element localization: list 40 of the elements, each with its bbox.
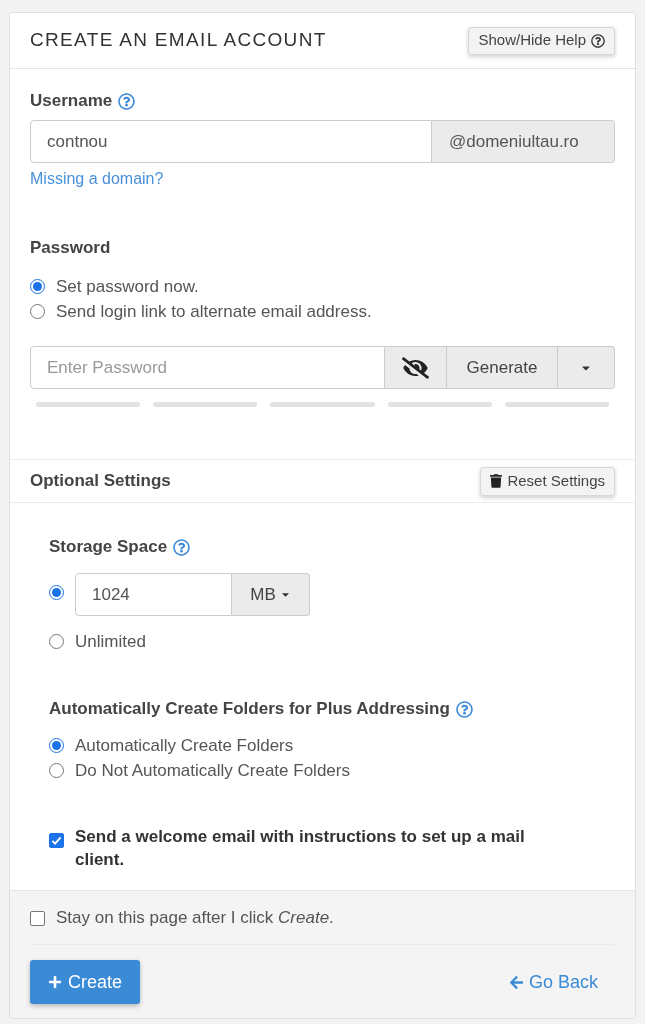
radio-label[interactable]: Set password now. xyxy=(56,273,199,300)
section-title: Optional Settings xyxy=(30,470,171,493)
checkmark-icon xyxy=(51,835,62,846)
radio-button[interactable] xyxy=(49,585,64,600)
plus-addressing-label: Automatically Create Folders for Plus Addressing xyxy=(49,698,450,721)
checkbox[interactable] xyxy=(49,833,64,848)
help-icon[interactable] xyxy=(118,92,136,110)
help-icon xyxy=(591,33,605,48)
password-input[interactable]: Enter Password xyxy=(30,346,385,389)
reset-settings-button[interactable]: Reset Settings xyxy=(480,466,615,496)
storage-label: Storage Space xyxy=(49,536,168,559)
help-icon[interactable] xyxy=(173,538,191,556)
unit-dropdown[interactable]: MB xyxy=(232,573,310,616)
visibility-toggle-button[interactable] xyxy=(385,346,447,389)
arrow-left-icon xyxy=(508,974,524,990)
radio-label[interactable]: Send login link to alternate email address. xyxy=(56,298,372,325)
storage-input[interactable]: 1024 xyxy=(75,573,232,616)
eye-slash-icon xyxy=(402,356,429,379)
panel-title: CREATE AN EMAIL ACCOUNT xyxy=(30,28,327,53)
radio-button[interactable] xyxy=(49,763,64,778)
radio-label[interactable]: Automatically Create Folders xyxy=(75,732,294,759)
radio-label[interactable]: Unlimited xyxy=(75,628,146,655)
create-button[interactable]: Create xyxy=(30,960,140,1004)
welcome-email-label[interactable]: Send a welcome email with instructions to set up a mail client. xyxy=(75,825,555,871)
radio-button[interactable] xyxy=(30,279,45,294)
username-label: Username xyxy=(30,90,113,113)
radio-button[interactable] xyxy=(30,304,45,319)
radio-label[interactable]: Do Not Automatically Create Folders xyxy=(75,757,350,784)
radio-button[interactable] xyxy=(49,634,64,649)
username-input[interactable]: contnou xyxy=(30,120,432,163)
generate-button[interactable]: Generate xyxy=(447,346,558,389)
checkbox[interactable] xyxy=(30,910,45,926)
help-icon[interactable] xyxy=(455,700,473,718)
trash-icon xyxy=(490,474,503,488)
show-hide-help-button[interactable]: Show/Hide Help xyxy=(468,26,615,55)
radio-button[interactable] xyxy=(49,738,64,753)
domain-addon: @domeniultau.ro xyxy=(432,120,615,163)
plus-icon xyxy=(48,975,62,989)
stay-on-page-label[interactable]: Stay on this page after I click Create. xyxy=(56,905,334,931)
password-label: Password xyxy=(30,237,111,260)
